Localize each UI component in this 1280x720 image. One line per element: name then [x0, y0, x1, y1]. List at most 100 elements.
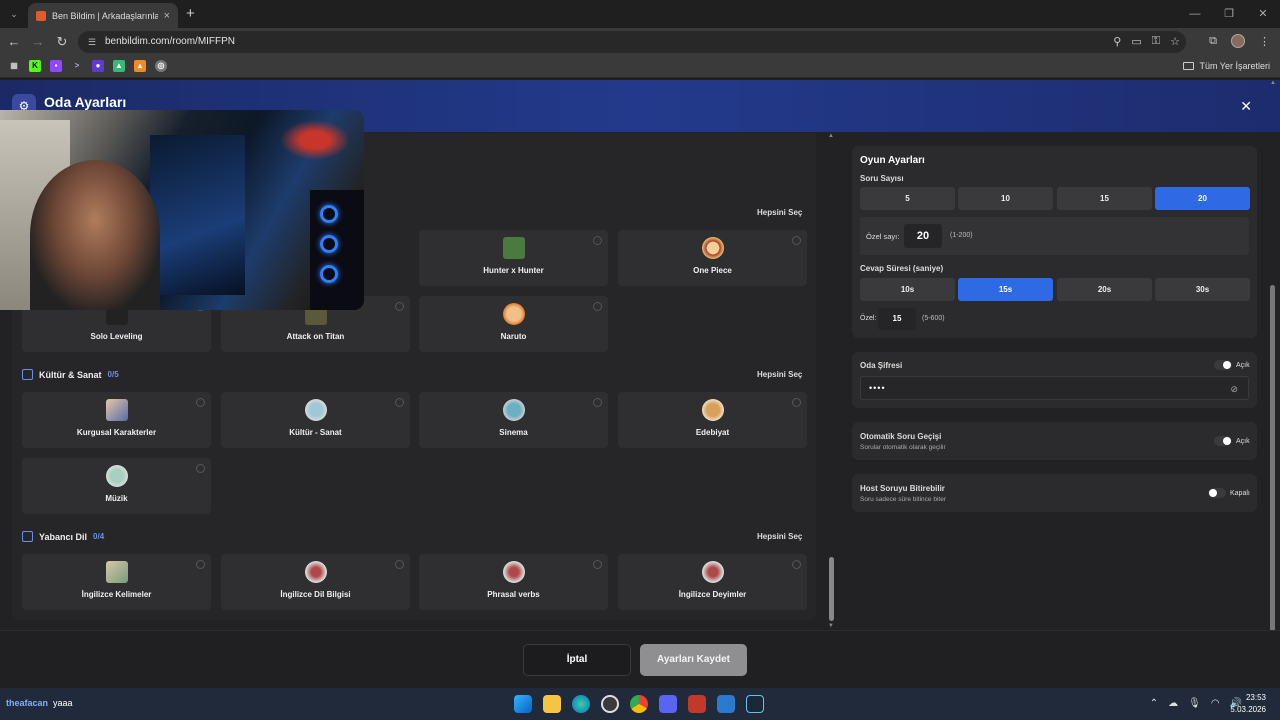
custom-time-input[interactable]: 15	[878, 308, 916, 330]
question-count-option[interactable]: 15	[1057, 187, 1152, 210]
globe-bookmark-icon[interactable]: ◎	[155, 60, 167, 72]
site-info-icon[interactable]: ☰	[86, 36, 98, 48]
scroll-thumb[interactable]	[1270, 285, 1275, 677]
card-radio[interactable]	[593, 560, 602, 569]
browser-menu-icon[interactable]: ⋮	[1259, 35, 1270, 48]
scroll-down-icon[interactable]: ▼	[828, 623, 834, 629]
category-card-ing-kelime[interactable]: İngilizce Kelimeler	[22, 554, 211, 610]
window-close-icon[interactable]: ✕	[1246, 0, 1280, 28]
card-radio[interactable]	[395, 398, 404, 407]
auto-next-toggle[interactable]	[1214, 436, 1232, 446]
card-radio[interactable]	[196, 560, 205, 569]
minimize-icon[interactable]: —	[1178, 0, 1212, 28]
tray-overflow-icon[interactable]: ⌃	[1150, 698, 1158, 709]
game-app-icon[interactable]	[688, 695, 706, 713]
card-radio[interactable]	[792, 236, 801, 245]
microphone-icon[interactable]: 🎙	[1188, 698, 1201, 709]
webcam-fan	[320, 265, 338, 283]
page-scrollbar[interactable]: ▲ ▼	[1270, 80, 1276, 680]
category-card-muzik[interactable]: Müzik	[22, 458, 211, 514]
category-scrollbar[interactable]: ▲ ▼	[828, 133, 834, 629]
purple-bookmark-icon[interactable]: ●	[92, 60, 104, 72]
room-password-input[interactable]: •••• ⊘	[860, 376, 1249, 400]
answer-time-option[interactable]: 30s	[1155, 278, 1250, 301]
eye-off-icon[interactable]: ⊘	[1230, 384, 1238, 395]
onedrive-icon[interactable]: ☁	[1168, 698, 1178, 709]
file-explorer-icon[interactable]	[543, 695, 561, 713]
green-bookmark-icon[interactable]: ▲	[113, 60, 125, 72]
new-tab-icon[interactable]: +	[186, 5, 195, 22]
scroll-thumb[interactable]	[829, 557, 834, 621]
question-count-option[interactable]: 5	[860, 187, 955, 210]
twitch-bookmark-icon[interactable]: ▪	[50, 60, 62, 72]
clock-app-icon[interactable]	[601, 695, 619, 713]
steam-icon[interactable]	[746, 695, 764, 713]
windows-start-icon[interactable]	[514, 695, 532, 713]
category-card-onepiece[interactable]: One Piece	[618, 230, 807, 286]
card-radio[interactable]	[395, 560, 404, 569]
card-radio[interactable]	[593, 302, 602, 311]
key-icon[interactable]: ⚿	[1152, 35, 1160, 48]
all-bookmarks-label: Tüm Yer İşaretleri	[1199, 61, 1270, 71]
answer-time-option[interactable]: 20s	[1057, 278, 1152, 301]
extensions-icon[interactable]: ⧉	[1209, 35, 1217, 48]
card-radio[interactable]	[792, 398, 801, 407]
card-radio[interactable]	[593, 236, 602, 245]
category-card-phrasal[interactable]: Phrasal verbs	[419, 554, 608, 610]
cast-icon[interactable]: ▭	[1131, 35, 1141, 48]
wifi-icon[interactable]: ◠	[1211, 698, 1220, 709]
profile-avatar[interactable]	[1231, 34, 1245, 48]
scroll-up-icon[interactable]: ▲	[828, 133, 834, 139]
taskbar-clock[interactable]: 23:53 5.03.2026	[1230, 692, 1266, 716]
orange-bookmark-icon[interactable]: ▴	[134, 60, 146, 72]
save-settings-button[interactable]: Ayarları Kaydet	[640, 644, 747, 676]
address-bar[interactable]: ☰ benbildim.com/room/MIFFPN ⚲ ▭ ⚿ ☆	[78, 31, 1186, 53]
scroll-up-icon[interactable]: ▲	[1270, 80, 1276, 86]
tab-search-icon[interactable]: ⌄	[6, 6, 22, 22]
ing-dil-icon	[304, 561, 327, 583]
custom-count-label: Özel sayı:	[866, 232, 900, 241]
photos-icon[interactable]	[717, 695, 735, 713]
custom-count-input[interactable]: 20	[904, 224, 942, 248]
select-all-anime[interactable]: Hepsini Seç	[757, 208, 802, 217]
category-card-kultur-sanat[interactable]: Kültür - Sanat	[221, 392, 410, 448]
forward-icon[interactable]: →	[30, 34, 46, 50]
category-card-kurgusal[interactable]: Kurgusal Karakterler	[22, 392, 211, 448]
room-password-toggle[interactable]	[1214, 360, 1232, 370]
bookmark-star-icon[interactable]: ☆	[1170, 35, 1180, 48]
back-icon[interactable]: ←	[6, 34, 22, 50]
browser-tab[interactable]: Ben Bildim | Arkadaşlarınla Onl ×	[28, 3, 178, 28]
category-card-ing-dil[interactable]: İngilizce Dil Bilgisi	[221, 554, 410, 610]
cancel-button[interactable]: İptal	[523, 644, 631, 676]
all-bookmarks[interactable]: Tüm Yer İşaretleri	[1183, 61, 1270, 71]
reload-icon[interactable]: ↻	[54, 34, 70, 50]
category-card-naruto[interactable]: Naruto	[419, 296, 608, 352]
card-radio[interactable]	[395, 302, 404, 311]
select-all-kultur[interactable]: Hepsini Seç	[757, 370, 802, 379]
kick-bookmark-icon[interactable]: K	[29, 60, 41, 72]
tab-close-icon[interactable]: ×	[164, 10, 170, 22]
card-radio[interactable]	[196, 464, 205, 473]
chrome-icon[interactable]	[630, 695, 648, 713]
category-card-sinema[interactable]: Sinema	[419, 392, 608, 448]
edge-icon[interactable]	[572, 695, 590, 713]
card-radio[interactable]	[792, 560, 801, 569]
url-text[interactable]: benbildim.com/room/MIFFPN	[105, 36, 235, 47]
answer-time-option[interactable]: 10s	[860, 278, 955, 301]
arrow-bookmark-icon[interactable]: >	[71, 60, 83, 72]
category-card-hunter[interactable]: Hunter x Hunter	[419, 230, 608, 286]
restore-icon[interactable]: ❐	[1212, 0, 1246, 28]
category-card-edebiyat[interactable]: Edebiyat	[618, 392, 807, 448]
question-count-option[interactable]: 10	[958, 187, 1053, 210]
discord-icon[interactable]	[659, 695, 677, 713]
zoom-icon[interactable]: ⚲	[1113, 35, 1121, 48]
select-all-yabanci[interactable]: Hepsini Seç	[757, 532, 802, 541]
modal-close-icon[interactable]: ✕	[1240, 98, 1252, 115]
host-finish-toggle[interactable]	[1208, 488, 1226, 498]
answer-time-option-selected[interactable]: 15s	[958, 278, 1053, 301]
question-count-option-selected[interactable]: 20	[1155, 187, 1250, 210]
category-card-ing-deyim[interactable]: İngilizce Deyimler	[618, 554, 807, 610]
apps-grid-icon[interactable]: ▦	[8, 60, 20, 72]
card-radio[interactable]	[593, 398, 602, 407]
card-radio[interactable]	[196, 398, 205, 407]
